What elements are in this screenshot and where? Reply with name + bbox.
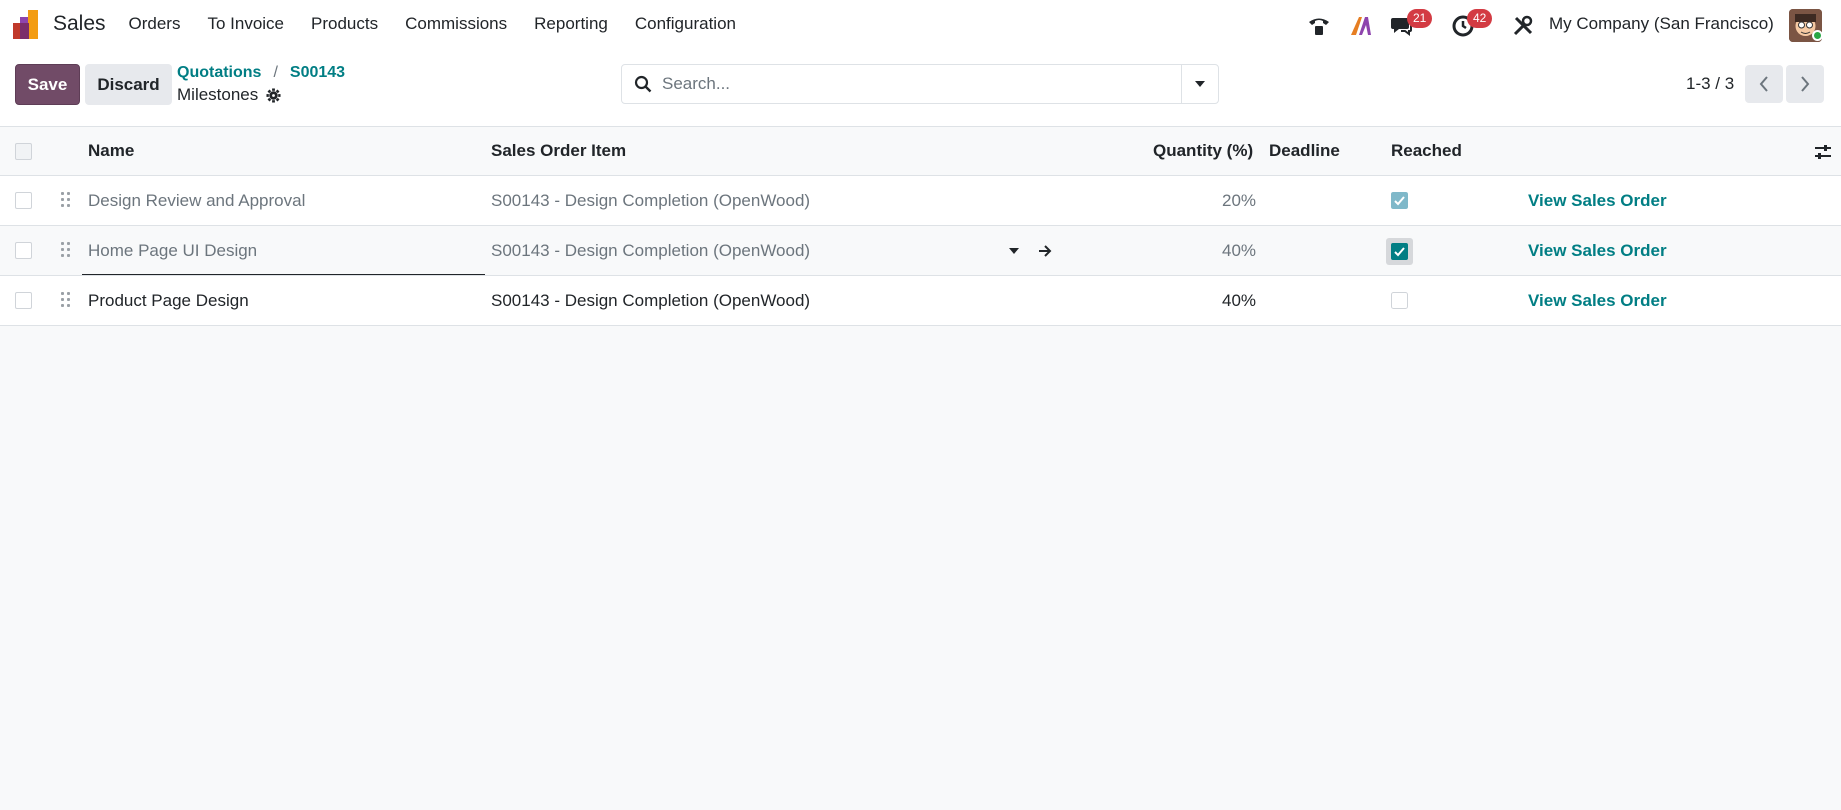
milestone-quantity[interactable]: 40% bbox=[1222, 241, 1256, 261]
breadcrumb: Quotations / S00143 bbox=[177, 64, 345, 82]
caret-down-icon[interactable] bbox=[1009, 248, 1019, 255]
pager-next-button[interactable] bbox=[1786, 65, 1824, 103]
caret-down-icon bbox=[1195, 81, 1205, 87]
milestone-name[interactable]: Design Review and Approval bbox=[88, 191, 305, 211]
column-reached[interactable]: Reached bbox=[1391, 141, 1462, 161]
breadcrumb-separator: / bbox=[273, 64, 278, 81]
column-sales-order-item[interactable]: Sales Order Item bbox=[491, 141, 626, 161]
column-quantity[interactable]: Quantity (%) bbox=[1153, 141, 1253, 161]
view-sales-order-link[interactable]: View Sales Order bbox=[1528, 241, 1667, 261]
ai-assistant-icon[interactable] bbox=[1348, 13, 1374, 39]
view-sales-order-link[interactable]: View Sales Order bbox=[1528, 291, 1667, 311]
milestone-name-input[interactable]: Home Page UI Design bbox=[88, 241, 257, 261]
row-checkbox[interactable] bbox=[15, 292, 32, 309]
row-checkbox[interactable] bbox=[15, 242, 32, 259]
internal-link-arrow-icon[interactable] bbox=[1038, 245, 1052, 257]
search-icon bbox=[634, 75, 652, 93]
reached-checkbox[interactable] bbox=[1391, 292, 1408, 309]
page-title-wrap: Milestones bbox=[177, 85, 281, 105]
phone-icon[interactable] bbox=[1306, 13, 1332, 39]
drag-handle-icon[interactable] bbox=[61, 192, 73, 210]
column-deadline[interactable]: Deadline bbox=[1269, 141, 1340, 161]
gear-icon[interactable] bbox=[266, 87, 281, 103]
page-title: Milestones bbox=[177, 85, 259, 104]
main-menu: Orders To Invoice Products Commissions R… bbox=[115, 14, 749, 34]
pager-value[interactable]: 1-3 / 3 bbox=[1686, 74, 1734, 94]
view-sales-order-link[interactable]: View Sales Order bbox=[1528, 191, 1667, 211]
column-name[interactable]: Name bbox=[88, 141, 134, 161]
debug-tools-icon[interactable] bbox=[1510, 13, 1536, 39]
company-switcher[interactable]: My Company (San Francisco) bbox=[1549, 14, 1774, 34]
search-options-toggle[interactable] bbox=[1181, 65, 1218, 103]
name-input-underline bbox=[82, 274, 485, 275]
optional-columns-icon[interactable] bbox=[1814, 143, 1832, 161]
chevron-right-icon bbox=[1801, 76, 1810, 92]
drag-handle-icon[interactable] bbox=[61, 242, 73, 260]
menu-commissions[interactable]: Commissions bbox=[392, 14, 521, 34]
table-row[interactable]: Home Page UI Design S00143 - Design Comp… bbox=[0, 226, 1841, 276]
discard-button[interactable]: Discard bbox=[85, 64, 172, 105]
sales-app-icon[interactable] bbox=[13, 10, 43, 39]
activities-badge: 42 bbox=[1467, 9, 1493, 28]
table-row[interactable]: Design Review and Approval S00143 - Desi… bbox=[0, 176, 1841, 226]
sales-order-item-select[interactable]: S00143 - Design Completion (OpenWood) bbox=[491, 241, 810, 261]
milestone-name[interactable]: Product Page Design bbox=[88, 291, 249, 311]
row-checkbox[interactable] bbox=[15, 192, 32, 209]
menu-configuration[interactable]: Configuration bbox=[621, 14, 749, 34]
milestone-quantity[interactable]: 40% bbox=[1222, 291, 1256, 311]
search-input[interactable] bbox=[662, 71, 1162, 97]
messages-badge: 21 bbox=[1407, 9, 1433, 28]
control-panel: Save Discard Quotations / S00143 Milesto… bbox=[0, 50, 1841, 127]
breadcrumb-order[interactable]: S00143 bbox=[290, 64, 345, 82]
save-button[interactable]: Save bbox=[15, 64, 80, 105]
menu-reporting[interactable]: Reporting bbox=[521, 14, 622, 34]
menu-to-invoice[interactable]: To Invoice bbox=[194, 14, 298, 34]
online-status-indicator bbox=[1812, 30, 1823, 41]
select-all-checkbox[interactable] bbox=[15, 143, 32, 160]
reached-checkbox[interactable] bbox=[1386, 238, 1413, 265]
milestone-quantity[interactable]: 20% bbox=[1222, 191, 1256, 211]
pager-previous-button[interactable] bbox=[1745, 65, 1783, 103]
drag-handle-icon[interactable] bbox=[61, 292, 73, 310]
reached-checkbox[interactable] bbox=[1391, 192, 1408, 209]
list-header: Name Sales Order Item Quantity (%) Deadl… bbox=[0, 127, 1841, 176]
top-navbar: Sales Orders To Invoice Products Commiss… bbox=[0, 0, 1841, 50]
table-row[interactable]: Product Page Design S00143 - Design Comp… bbox=[0, 276, 1841, 326]
chevron-left-icon bbox=[1759, 76, 1768, 92]
search-bar bbox=[621, 64, 1219, 104]
breadcrumb-quotations[interactable]: Quotations bbox=[177, 64, 261, 82]
sales-order-item[interactable]: S00143 - Design Completion (OpenWood) bbox=[491, 191, 810, 211]
menu-orders[interactable]: Orders bbox=[115, 14, 194, 34]
menu-products[interactable]: Products bbox=[298, 14, 392, 34]
app-name[interactable]: Sales bbox=[53, 12, 106, 36]
sales-order-item[interactable]: S00143 - Design Completion (OpenWood) bbox=[491, 291, 810, 311]
